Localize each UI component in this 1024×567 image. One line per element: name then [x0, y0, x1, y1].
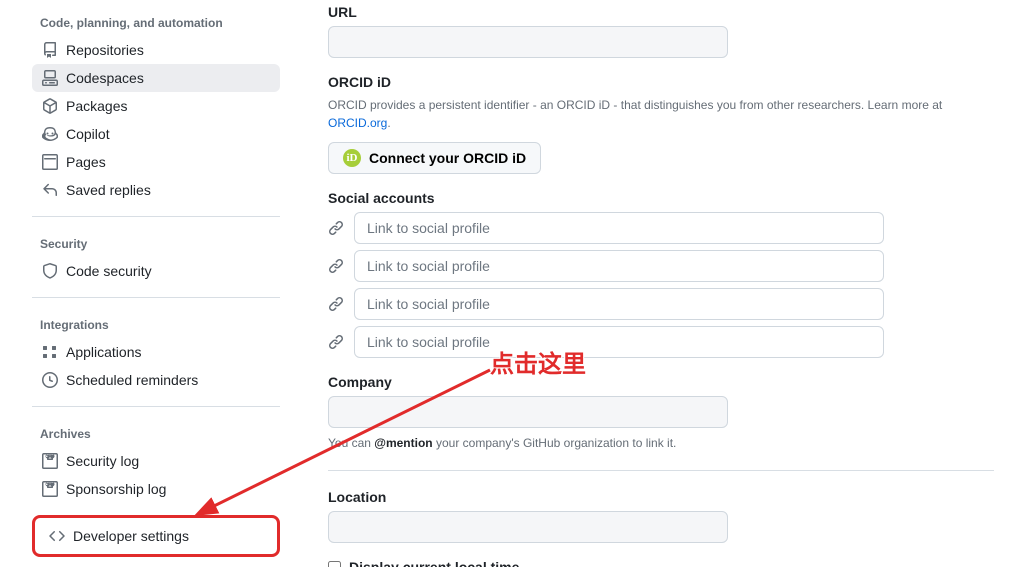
sidebar-label: Pages [66, 154, 106, 170]
sidebar-item-developer-settings[interactable]: Developer settings [39, 522, 273, 550]
sidebar-item-saved-replies[interactable]: Saved replies [32, 176, 280, 204]
code-icon [49, 528, 65, 544]
sidebar-label: Developer settings [73, 528, 189, 544]
settings-sidebar: Code, planning, and automation Repositor… [0, 0, 300, 567]
sidebar-item-code-security[interactable]: Code security [32, 257, 280, 285]
orcid-button-label: Connect your ORCID iD [369, 150, 526, 166]
company-input[interactable] [328, 396, 728, 428]
company-group: Company You can @mention your company's … [328, 374, 994, 452]
location-input[interactable] [328, 511, 728, 543]
sidebar-item-pages[interactable]: Pages [32, 148, 280, 176]
divider [32, 406, 280, 407]
orcid-group: ORCID iD ORCID provides a persistent ide… [328, 74, 994, 174]
sidebar-item-security-log[interactable]: Security log [32, 447, 280, 475]
company-label: Company [328, 374, 994, 390]
page-container: Code, planning, and automation Repositor… [0, 0, 1024, 567]
divider [328, 470, 994, 471]
link-icon [328, 220, 344, 236]
main-content: URL ORCID iD ORCID provides a persistent… [300, 0, 1024, 567]
reply-icon [42, 182, 58, 198]
copilot-icon [42, 126, 58, 142]
sidebar-item-codespaces[interactable]: Codespaces [32, 64, 280, 92]
orcid-label: ORCID iD [328, 74, 994, 90]
sidebar-label: Applications [66, 344, 142, 360]
sidebar-section-title: Security [32, 229, 280, 257]
sidebar-item-applications[interactable]: Applications [32, 338, 280, 366]
social-row [328, 212, 994, 244]
log-icon [42, 453, 58, 469]
divider [32, 297, 280, 298]
social-row [328, 288, 994, 320]
connect-orcid-button[interactable]: iD Connect your ORCID iD [328, 142, 541, 174]
sidebar-label: Saved replies [66, 182, 151, 198]
link-icon [328, 296, 344, 312]
social-input-4[interactable] [354, 326, 884, 358]
sidebar-item-copilot[interactable]: Copilot [32, 120, 280, 148]
link-icon [328, 258, 344, 274]
social-accounts-label: Social accounts [328, 190, 994, 206]
developer-settings-highlight: Developer settings [32, 515, 280, 557]
company-help: You can @mention your company's GitHub o… [328, 434, 994, 452]
social-input-1[interactable] [354, 212, 884, 244]
shield-icon [42, 263, 58, 279]
sidebar-label: Scheduled reminders [66, 372, 198, 388]
social-input-2[interactable] [354, 250, 884, 282]
local-time-row: Display current local time Other users w… [328, 559, 994, 567]
location-group: Location [328, 489, 994, 543]
social-row [328, 250, 994, 282]
sidebar-label: Copilot [66, 126, 110, 142]
sidebar-item-scheduled-reminders[interactable]: Scheduled reminders [32, 366, 280, 394]
repo-icon [42, 42, 58, 58]
sidebar-label: Codespaces [66, 70, 144, 86]
pages-icon [42, 154, 58, 170]
sidebar-item-packages[interactable]: Packages [32, 92, 280, 120]
local-time-label: Display current local time [349, 559, 668, 567]
sidebar-section-title: Integrations [32, 310, 280, 338]
sidebar-label: Packages [66, 98, 127, 114]
sidebar-label: Security log [66, 453, 139, 469]
sidebar-label: Repositories [66, 42, 144, 58]
clock-icon [42, 372, 58, 388]
sidebar-label: Code security [66, 263, 152, 279]
url-group: URL [328, 4, 994, 58]
codespaces-icon [42, 70, 58, 86]
local-time-checkbox[interactable] [328, 561, 341, 567]
location-label: Location [328, 489, 994, 505]
social-row [328, 326, 994, 358]
sidebar-label: Sponsorship log [66, 481, 166, 497]
log-icon [42, 481, 58, 497]
social-accounts-group: Social accounts [328, 190, 994, 358]
link-icon [328, 334, 344, 350]
apps-icon [42, 344, 58, 360]
url-input[interactable] [328, 26, 728, 58]
orcid-icon: iD [343, 149, 361, 167]
sidebar-item-sponsorship-log[interactable]: Sponsorship log [32, 475, 280, 503]
orcid-help: ORCID provides a persistent identifier -… [328, 96, 994, 132]
sidebar-item-repositories[interactable]: Repositories [32, 36, 280, 64]
social-input-3[interactable] [354, 288, 884, 320]
sidebar-section-title: Archives [32, 419, 280, 447]
divider [32, 216, 280, 217]
url-label: URL [328, 4, 994, 20]
package-icon [42, 98, 58, 114]
sidebar-section-title: Code, planning, and automation [32, 8, 280, 36]
orcid-link[interactable]: ORCID.org [328, 116, 387, 130]
